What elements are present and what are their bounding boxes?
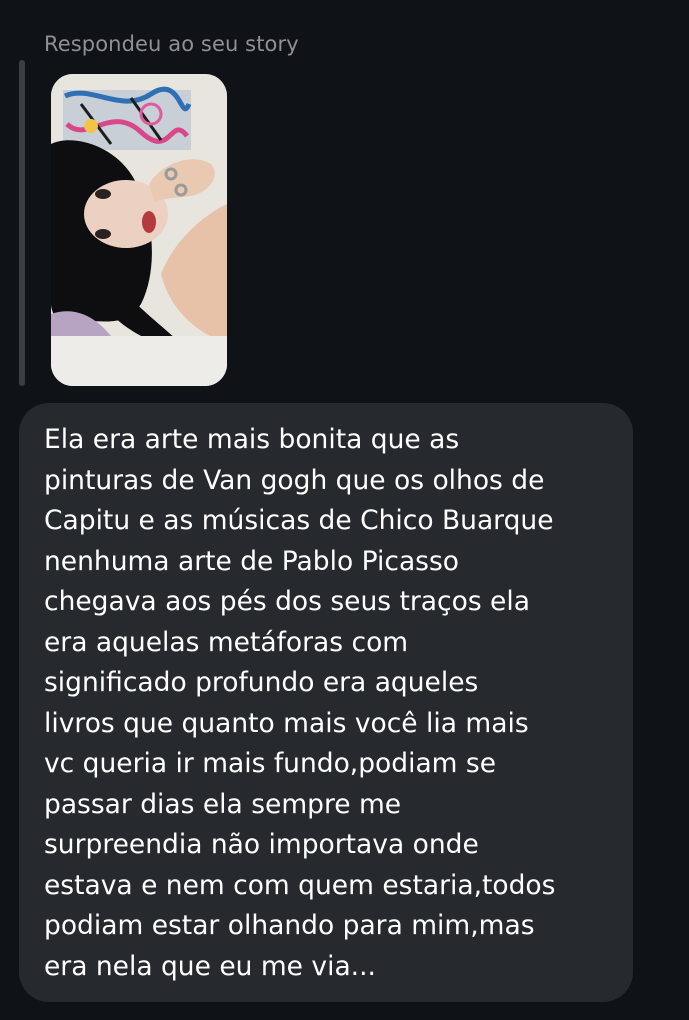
- message-line: era aquelas metáforas com: [44, 626, 409, 658]
- message-line: vc queria ir mais fundo,podiam se: [44, 748, 497, 779]
- message-line: pinturas de Van gogh que os olhos de: [44, 464, 545, 496]
- message-line: era nela que eu me via...: [44, 950, 376, 982]
- message-line: passar dias ela sempre me: [44, 788, 402, 820]
- message-line: nenhuma arte de Pablo Picasso: [44, 545, 460, 577]
- message-line: Ela era arte mais bonita que as: [44, 424, 460, 455]
- story-thumbnail[interactable]: [51, 74, 227, 386]
- message-line: surpreendia não importava onde: [44, 829, 479, 860]
- story-reply-label: Respondeu ao seu story: [44, 32, 299, 56]
- story-photo: [51, 74, 227, 386]
- message-line: podiam estar olhando para mim,mas: [44, 910, 535, 941]
- message-line: estava e nem com quem estaria,todos: [44, 869, 556, 901]
- message-line: chegava aos pés dos seus traços ela: [44, 586, 530, 617]
- message-line: Capitu e as músicas de Chico Buarque: [44, 505, 554, 536]
- dm-conversation: Respondeu ao seu story Ela era arte mais…: [0, 0, 689, 1020]
- message-text: Ela era arte mais bonita que as pinturas…: [44, 420, 624, 987]
- quote-bar: [19, 60, 25, 386]
- message-line: livros que quanto mais você lia mais: [44, 707, 529, 739]
- message-line: significado profundo era aqueles: [44, 667, 479, 698]
